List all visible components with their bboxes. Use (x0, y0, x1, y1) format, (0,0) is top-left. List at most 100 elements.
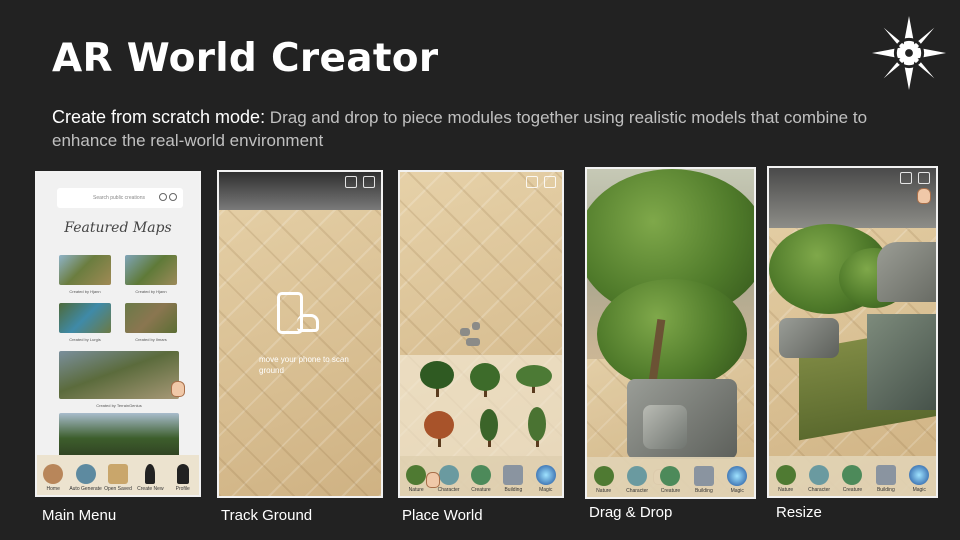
rock-model[interactable] (779, 318, 839, 358)
track-ground-screenshot: move your phone to scan ground (217, 170, 383, 498)
tree-model[interactable] (480, 409, 498, 441)
menu-item-creature[interactable]: Creature (466, 465, 496, 493)
building-icon (693, 466, 714, 486)
rock-cliff-model[interactable] (877, 242, 936, 302)
ar-controls (526, 176, 556, 188)
map-caption: Created by Hjann (135, 289, 167, 294)
rock-model[interactable] (460, 328, 470, 336)
scroll-icon (107, 464, 128, 484)
place-world-screenshot: Nature Character Creature Building Magic (398, 170, 564, 498)
menu-item-creature[interactable]: Creature (655, 466, 685, 494)
expand-icon[interactable] (363, 176, 375, 188)
menu-item-auto-generate[interactable]: Auto Generate (69, 464, 102, 492)
menu-item-nature[interactable]: Nature (771, 465, 801, 493)
map-thumbnail[interactable] (59, 413, 179, 459)
tree-model[interactable] (528, 407, 546, 441)
map-thumbnail[interactable] (59, 351, 179, 399)
character-icon (627, 466, 648, 486)
menu-item-open-saved[interactable]: Open Saved (103, 464, 133, 492)
building-icon (875, 465, 896, 485)
character-icon (438, 465, 459, 485)
tree-model[interactable] (597, 279, 747, 389)
menu-item-building[interactable]: Building (498, 465, 528, 493)
menu-item-create-new[interactable]: Create New (135, 464, 165, 492)
featured-maps-title: Featured Maps (64, 220, 172, 236)
home-icon (43, 464, 64, 484)
caption-main-menu: Main Menu (42, 507, 117, 524)
anchor-icon[interactable] (526, 176, 538, 188)
magic-icon (909, 465, 930, 485)
anchor-icon[interactable] (345, 176, 357, 188)
tree-model[interactable] (470, 363, 500, 391)
drag-drop-screenshot: Nature Character Creature Building Magic (585, 167, 756, 499)
hand-icon (297, 314, 319, 332)
menu-item-character[interactable]: Character (804, 465, 834, 493)
menu-item-magic[interactable]: Magic (722, 466, 752, 494)
magic-icon (727, 466, 748, 486)
rock-model[interactable] (466, 338, 480, 346)
model-tray (400, 355, 562, 456)
anchor-icon[interactable] (900, 172, 912, 184)
menu-item-creature[interactable]: Creature (837, 465, 867, 493)
tree-model[interactable] (516, 365, 552, 387)
search-placeholder: Search public creations (93, 195, 145, 201)
build-menu-bar: Nature Character Creature Building Magic (400, 456, 562, 496)
menu-item-magic[interactable]: Magic (531, 465, 561, 493)
caption-drag-drop: Drag & Drop (589, 504, 673, 521)
ar-controls (345, 176, 375, 188)
creature-icon (842, 465, 863, 485)
map-caption: Created by Ilmars (135, 337, 167, 342)
slide-description: Create from scratch mode: Drag and drop … (52, 106, 882, 152)
character-icon (809, 465, 830, 485)
resize-screenshot: Nature Character Creature Building Magic (767, 166, 938, 498)
caption-resize: Resize (776, 504, 822, 521)
building-icon (503, 465, 524, 485)
description-lead: Create from scratch mode: (52, 107, 266, 127)
menu-item-magic[interactable]: Magic (904, 465, 934, 493)
tree-icon (593, 466, 614, 486)
rock-model[interactable] (472, 322, 480, 330)
tree-model[interactable] (424, 411, 454, 439)
search-icon[interactable] (159, 193, 167, 201)
creature-icon (470, 465, 491, 485)
settings-icon[interactable] (169, 193, 177, 201)
pointer-hand-icon (171, 381, 185, 397)
search-input[interactable]: Search public creations (57, 188, 183, 208)
compass-logo-icon (871, 15, 947, 91)
slide-title: AR World Creator (52, 36, 439, 81)
map-thumbnail[interactable] (59, 303, 111, 333)
pointer-hand-icon (426, 472, 440, 488)
tree-icon (406, 465, 427, 485)
build-menu-bar: Nature Character Creature Building Magic (769, 456, 936, 496)
menu-item-profile[interactable]: Profile (168, 464, 198, 492)
globe-icon (75, 464, 96, 484)
caption-place-world: Place World (402, 507, 483, 524)
expand-icon[interactable] (918, 172, 930, 184)
profile-icon (176, 464, 189, 484)
caption-track-ground: Track Ground (221, 507, 313, 524)
magic-icon (535, 465, 556, 485)
expand-icon[interactable] (544, 176, 556, 188)
map-thumbnail[interactable] (125, 303, 177, 333)
ruin-building-model[interactable] (867, 314, 936, 410)
main-menu-bar: Home Auto Generate Open Saved Create New… (37, 455, 199, 495)
tree-icon (775, 465, 796, 485)
quill-icon (145, 464, 156, 484)
map-caption: Created by Lurgis (69, 337, 101, 342)
rock-model[interactable] (643, 405, 687, 449)
menu-item-nature[interactable]: Nature (589, 466, 619, 494)
ar-controls (900, 172, 930, 184)
build-menu-bar: Nature Character Creature Building Magic (587, 457, 754, 497)
menu-item-character[interactable]: Character (622, 466, 652, 494)
map-thumbnail[interactable] (59, 255, 111, 285)
creature-icon (660, 466, 681, 486)
map-caption: Created by Hjann (69, 289, 101, 294)
menu-item-building[interactable]: Building (871, 465, 901, 493)
menu-item-home[interactable]: Home (38, 464, 68, 492)
main-menu-screenshot: Search public creations Featured Maps Cr… (35, 171, 201, 497)
tree-model[interactable] (420, 361, 454, 389)
menu-item-building[interactable]: Building (689, 466, 719, 494)
map-thumbnail[interactable] (125, 255, 177, 285)
map-caption: Created by TerrainGenius (96, 403, 142, 408)
scan-instruction: move your phone to scan ground (259, 355, 349, 375)
